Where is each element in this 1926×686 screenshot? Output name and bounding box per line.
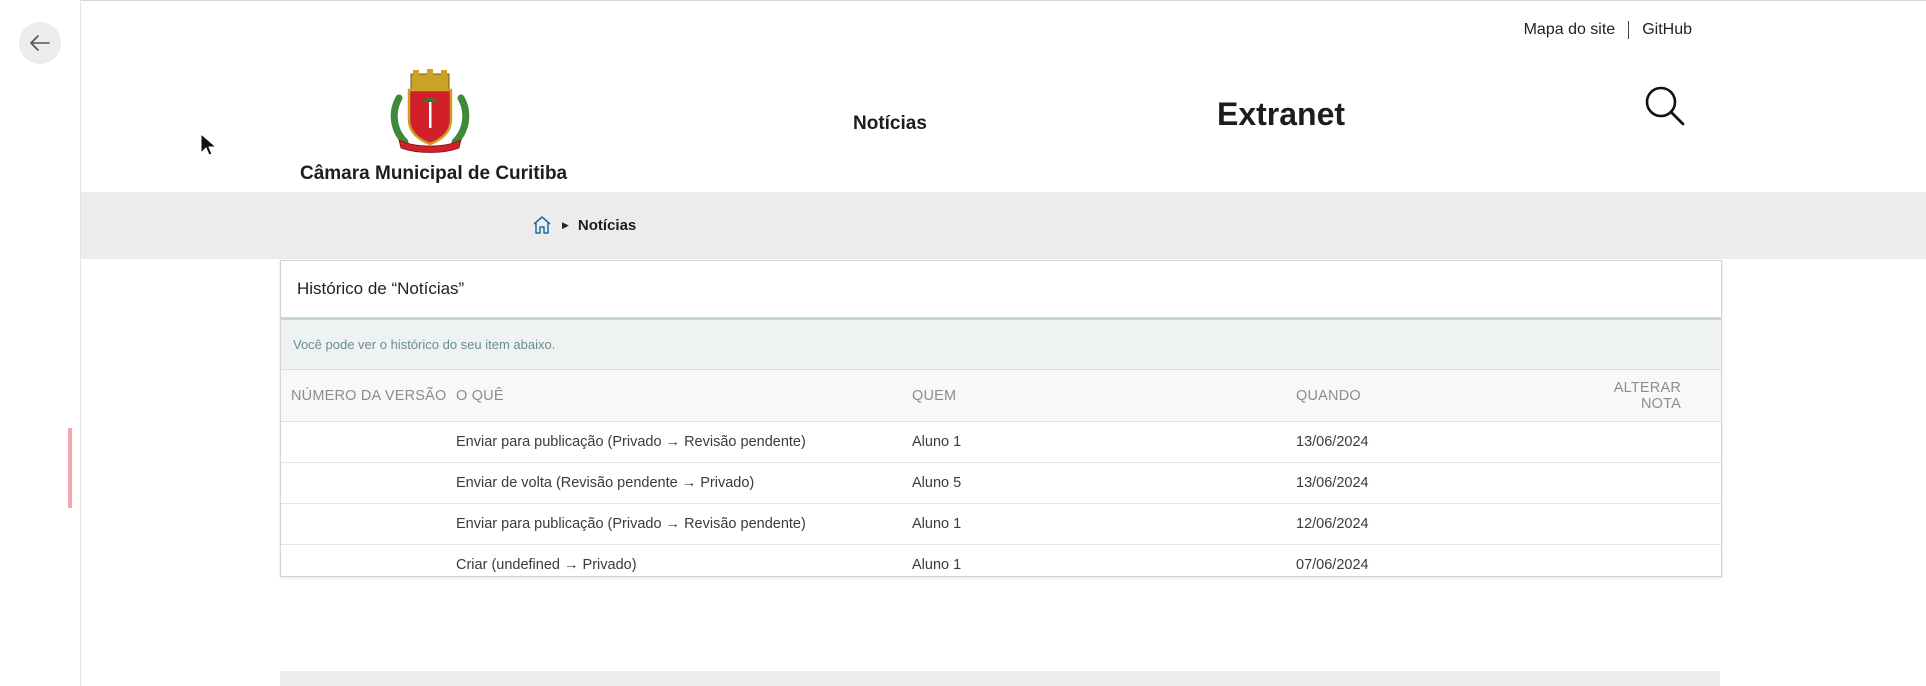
- history-table: NÚMERO DA VERSÃO O QUÊ QUEM QUANDO ALTER…: [281, 370, 1721, 585]
- column-header-when: QUANDO: [1295, 370, 1597, 422]
- cell-note: [1597, 545, 1721, 586]
- top-links-separator: [1628, 21, 1630, 39]
- site-logo[interactable]: Câmara Municipal de Curitiba: [300, 68, 568, 185]
- cell-what: Enviar para publicação (Privado → Revisã…: [455, 503, 911, 545]
- cell-who: Aluno 5: [911, 462, 1295, 504]
- column-header-version: NÚMERO DA VERSÃO: [281, 370, 455, 422]
- home-icon[interactable]: [532, 215, 552, 235]
- cell-who: Aluno 1: [911, 421, 1295, 463]
- cell-version: [281, 503, 455, 545]
- cell-note: [1597, 503, 1721, 545]
- cell-version: [281, 545, 455, 586]
- table-header-row: NÚMERO DA VERSÃO O QUÊ QUEM QUANDO ALTER…: [281, 370, 1721, 422]
- history-panel: Histórico de “Notícias” Você pode ver o …: [280, 260, 1722, 577]
- github-link[interactable]: GitHub: [1642, 21, 1692, 39]
- table-row: Enviar para publicação (Privado → Revisã…: [281, 421, 1721, 463]
- cell-when: 13/06/2024: [1295, 421, 1597, 463]
- breadcrumb-bar: [81, 192, 1926, 259]
- arrow-left-icon: [30, 35, 50, 51]
- cell-when: 12/06/2024: [1295, 503, 1597, 545]
- coat-of-arms-icon: [390, 69, 470, 153]
- column-header-what: O QUÊ: [455, 370, 911, 422]
- table-row: Criar (undefined → Privado) Aluno 1 07/0…: [281, 545, 1721, 586]
- cell-version: [281, 462, 455, 504]
- table-row: Enviar para publicação (Privado → Revisã…: [281, 503, 1721, 545]
- column-header-note: ALTERAR NOTA: [1597, 370, 1721, 422]
- breadcrumb-separator-icon: ▶: [562, 219, 569, 230]
- breadcrumb-current: Notícias: [577, 216, 637, 234]
- search-button[interactable]: [1643, 84, 1687, 128]
- top-links: Mapa do site GitHub: [1524, 21, 1692, 39]
- footer-strip: [280, 671, 1720, 686]
- history-title: Histórico de “Notícias”: [281, 261, 1721, 320]
- cell-who: Aluno 1: [911, 503, 1295, 545]
- nav-item-news[interactable]: Notícias: [853, 113, 927, 135]
- nav-item-extranet[interactable]: Extranet: [1217, 96, 1345, 133]
- cell-when: 13/06/2024: [1295, 462, 1597, 504]
- back-button[interactable]: [19, 22, 61, 64]
- cell-who: Aluno 1: [912, 557, 962, 573]
- table-row: Enviar de volta (Revisão pendente → Priv…: [281, 462, 1721, 504]
- cell-what: Enviar de volta (Revisão pendente → Priv…: [455, 462, 911, 504]
- page-top-border: [0, 0, 1926, 1]
- cell-version: [281, 421, 455, 463]
- cell-what: Enviar para publicação (Privado → Revisã…: [455, 421, 911, 463]
- sitemap-link[interactable]: Mapa do site: [1524, 21, 1616, 39]
- cell-note: [1597, 421, 1721, 463]
- cell-note: [1597, 462, 1721, 504]
- history-description: Você pode ver o histórico do seu item ab…: [281, 320, 1721, 370]
- mouse-pointer-icon: [200, 133, 218, 156]
- cell-what: Criar (undefined → Privado): [456, 557, 637, 573]
- editor-toolbar: [0, 0, 81, 686]
- search-icon: [1645, 86, 1685, 126]
- breadcrumb: ▶ Notícias: [532, 215, 636, 235]
- toolbar-status-indicator: [68, 428, 72, 508]
- org-name: Câmara Municipal de Curitiba: [300, 163, 568, 184]
- cell-when: 07/06/2024: [1296, 557, 1369, 573]
- column-header-who: QUEM: [911, 370, 1295, 422]
